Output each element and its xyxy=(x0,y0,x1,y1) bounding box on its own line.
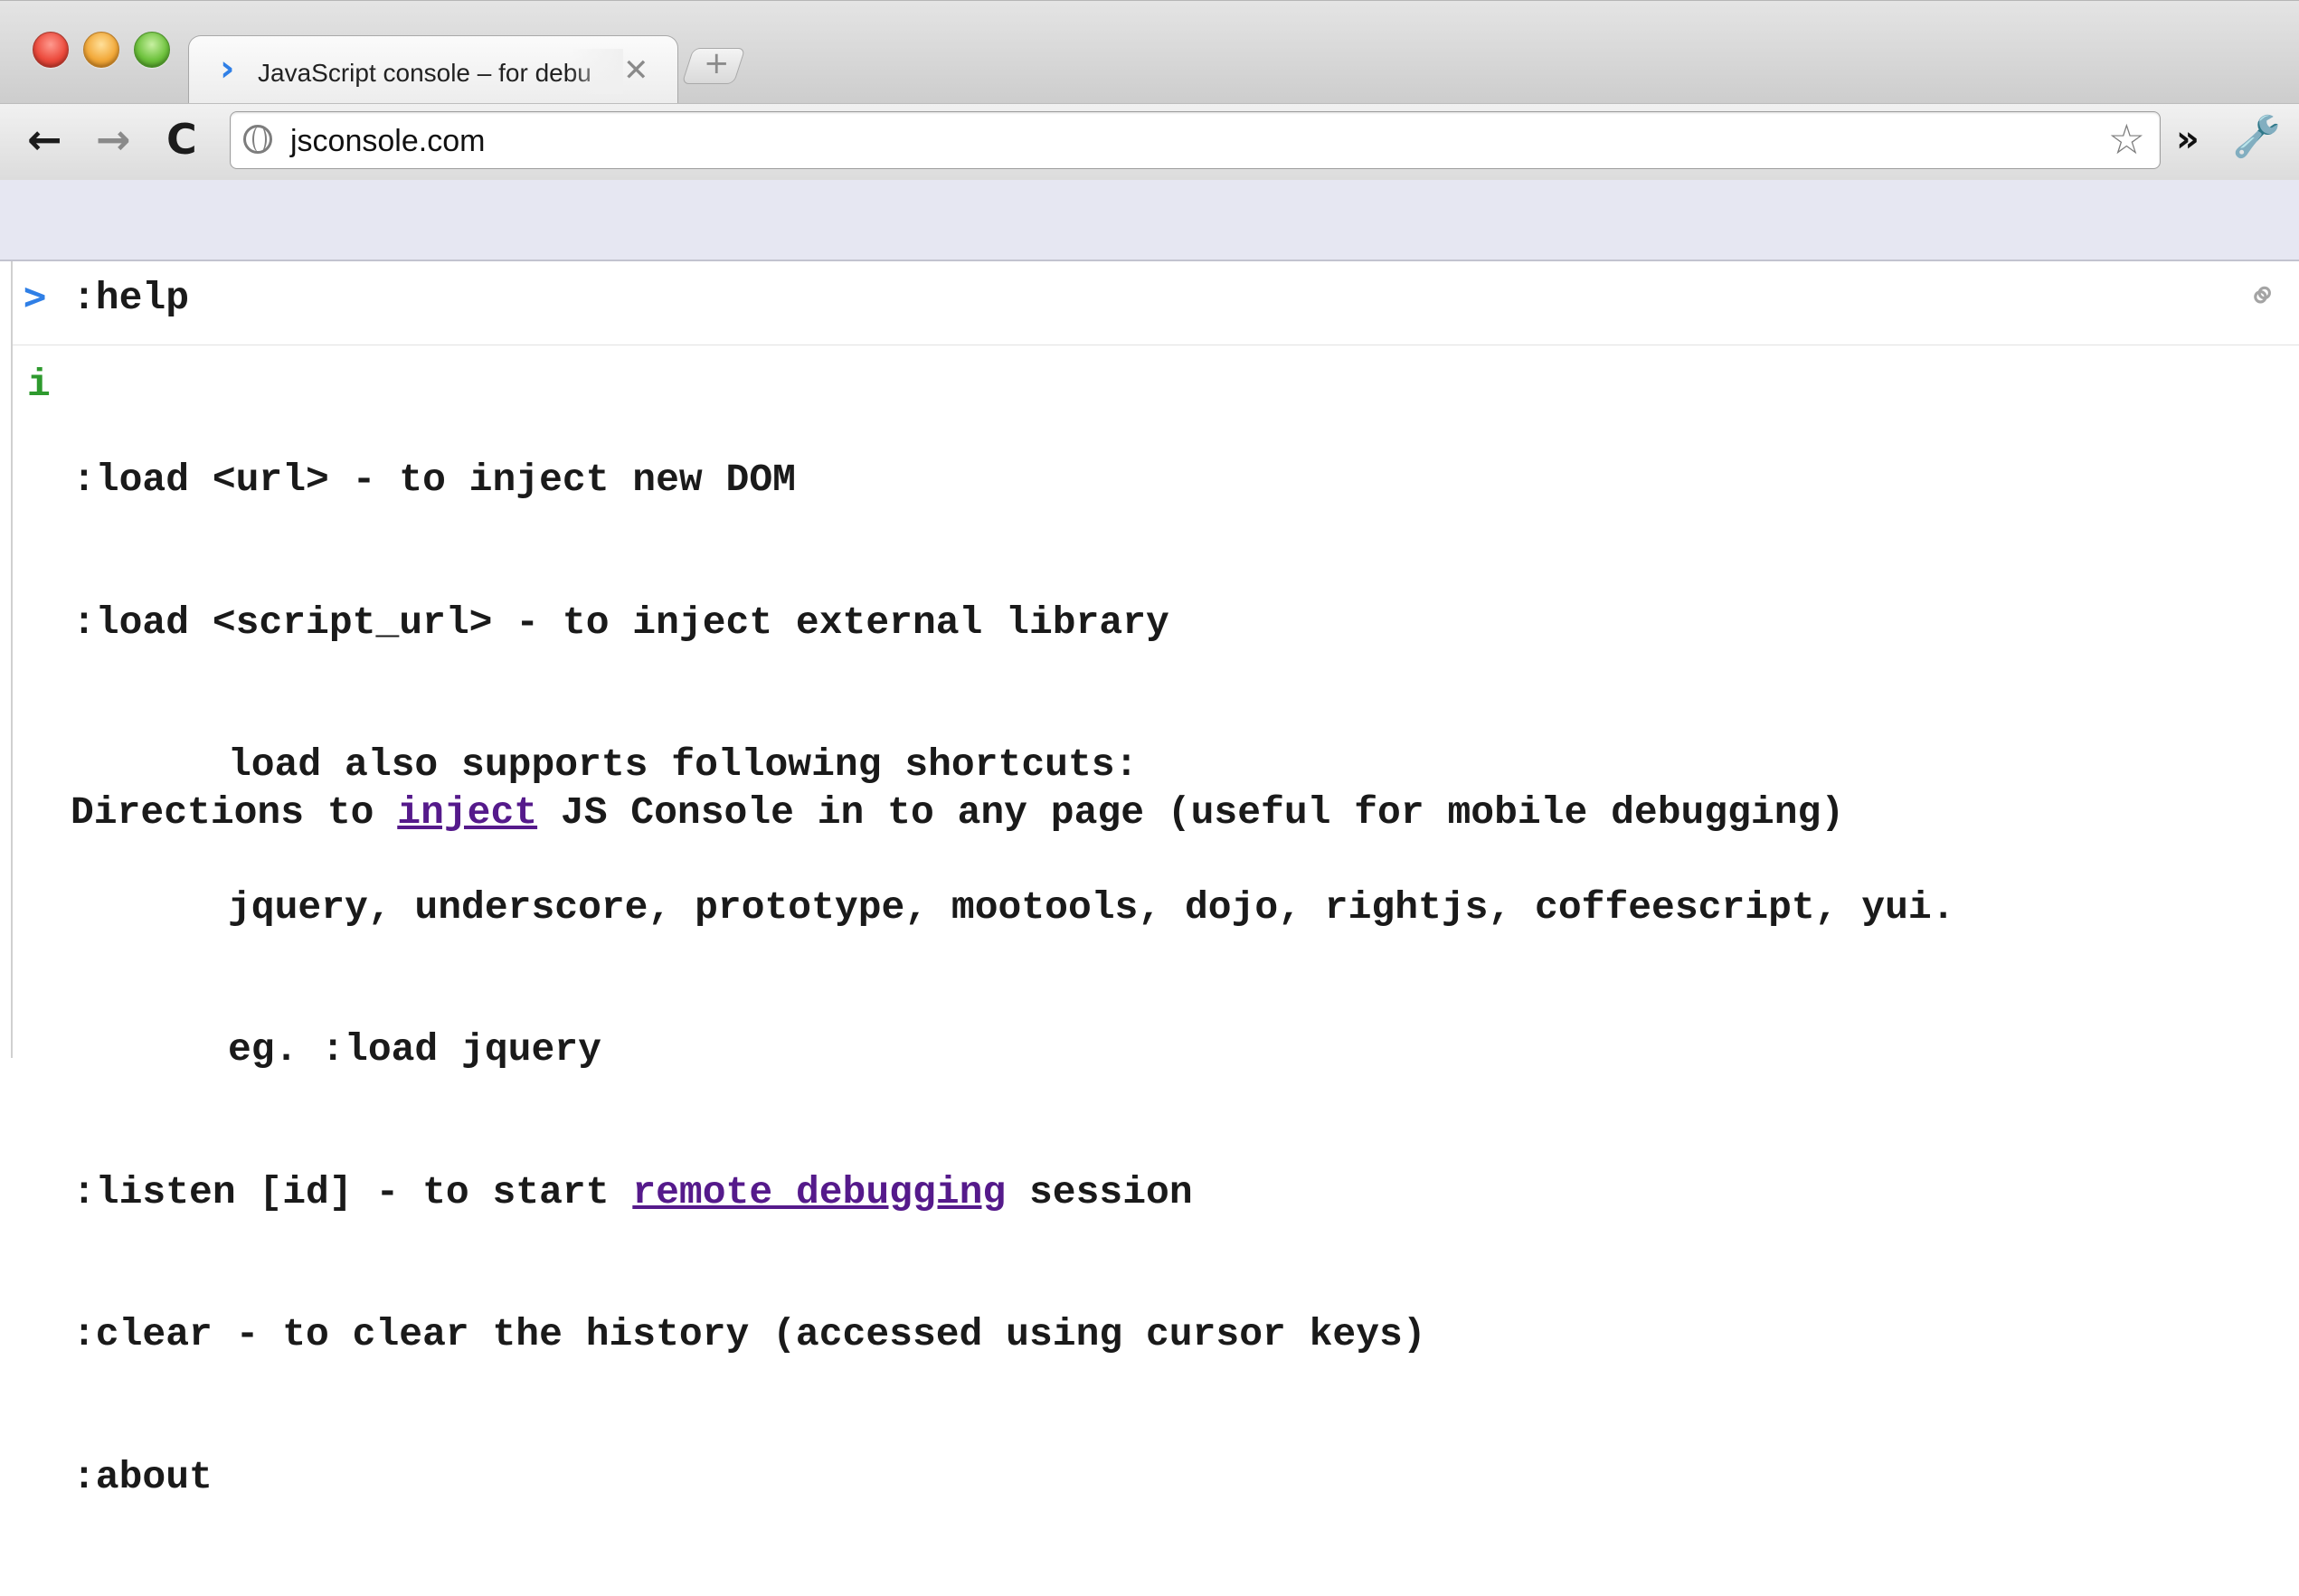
inject-link[interactable]: inject xyxy=(397,790,537,835)
back-button[interactable]: ← xyxy=(27,115,62,164)
tab-title: JavaScript console – for debu xyxy=(258,59,591,87)
window-minimize-button[interactable] xyxy=(83,32,119,68)
browser-toolbar: ← → C jsconsole.com ☆ » 🔧 xyxy=(0,103,2299,181)
help-line-clear: :clear - to clear the history (accessed … xyxy=(72,1312,1426,1356)
forward-button[interactable]: → xyxy=(96,115,131,164)
directions-text: Directions to xyxy=(71,790,398,835)
bookmark-star-icon[interactable]: ☆ xyxy=(2108,116,2145,163)
help-line-load-script: :load <script_url> - to inject external … xyxy=(72,600,1169,645)
listen-text-end: session xyxy=(1006,1169,1193,1214)
listen-text: :listen [id] - to start xyxy=(72,1169,633,1214)
tab-title-fade xyxy=(569,49,623,94)
prompt-icon: > xyxy=(24,274,47,318)
help-line-shortcuts-intro: load also supports following shortcuts: xyxy=(228,742,1139,787)
close-icon[interactable]: ✕ xyxy=(623,52,649,89)
help-line-load-url: :load <url> - to inject new DOM xyxy=(72,458,796,502)
window-close-button[interactable] xyxy=(33,32,69,68)
info-icon: i xyxy=(27,363,51,407)
wrench-icon[interactable]: 🔧 xyxy=(2232,113,2282,162)
bookmark-bar xyxy=(0,180,2299,261)
globe-icon xyxy=(243,125,272,154)
help-output: :load <url> - to inject new DOM :load <s… xyxy=(72,362,1955,1596)
console-page: > :help ⚭ i :load <url> - to inject new … xyxy=(11,261,2299,1499)
help-line-about: :about xyxy=(72,1454,213,1499)
directions-text-end: JS Console in to any page (useful for mo… xyxy=(537,790,1845,835)
console-input[interactable]: :help xyxy=(72,276,189,321)
plus-icon: + xyxy=(703,45,730,81)
window-zoom-button[interactable] xyxy=(134,32,170,68)
remote-debugging-link[interactable]: remote debugging xyxy=(632,1170,1006,1214)
extensions-overflow-button[interactable]: » xyxy=(2176,115,2200,164)
link-icon[interactable]: ⚭ xyxy=(2236,269,2290,323)
address-url[interactable]: jsconsole.com xyxy=(290,123,485,159)
chevron-right-icon: › xyxy=(220,48,235,90)
help-line-listen: :listen [id] - to start remote debugging… xyxy=(72,1169,1955,1217)
directions-line: Directions to inject JS Console in to an… xyxy=(71,789,1844,836)
help-line-shortcuts-list: jquery, underscore, prototype, mootools,… xyxy=(228,884,1955,930)
tab-strip: › JavaScript console – for debu ✕ + xyxy=(0,0,2299,107)
reload-button[interactable]: C xyxy=(166,115,197,164)
address-bar[interactable]: jsconsole.com ☆ xyxy=(230,111,2161,169)
new-tab-button[interactable]: + xyxy=(681,45,746,84)
help-line-example: eg. :load jquery xyxy=(228,1027,601,1072)
console-input-row[interactable]: > :help ⚭ xyxy=(13,261,2299,345)
tab-jsconsole[interactable]: › JavaScript console – for debu ✕ xyxy=(188,35,678,107)
